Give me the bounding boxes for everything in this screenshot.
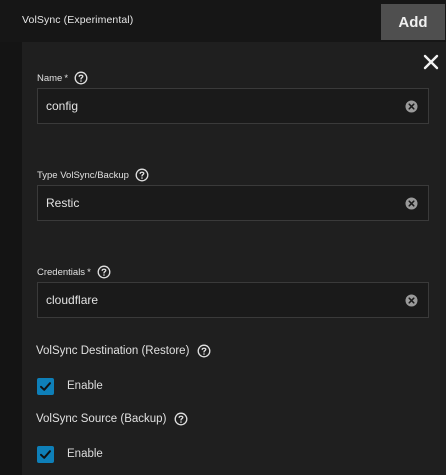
destination-label-text: VolSync Destination (Restore) xyxy=(36,345,190,357)
required-mark: * xyxy=(64,72,69,84)
help-icon[interactable] xyxy=(197,344,211,358)
source-enable-row[interactable]: Enable xyxy=(37,445,103,463)
help-icon[interactable] xyxy=(74,71,88,85)
checkmark-icon xyxy=(40,381,51,391)
close-button[interactable] xyxy=(420,51,442,73)
destination-enable-checkbox[interactable] xyxy=(37,377,54,395)
source-label-text: VolSync Source (Backup) xyxy=(36,413,167,425)
name-label: Name * xyxy=(37,71,88,85)
section-header: VolSync (Experimental) Add xyxy=(0,0,446,42)
required-mark: * xyxy=(87,266,91,278)
credentials-select[interactable]: cloudflare xyxy=(37,282,429,318)
clear-icon[interactable] xyxy=(405,100,418,113)
name-label-text: Name xyxy=(37,72,63,84)
destination-enable-row[interactable]: Enable xyxy=(37,377,103,395)
name-input-value: config xyxy=(46,99,79,113)
help-icon[interactable] xyxy=(174,412,188,426)
type-label: Type VolSync/Backup xyxy=(37,168,149,182)
volsync-panel: VolSync (Experimental) Add Name * config xyxy=(0,0,446,475)
help-icon[interactable] xyxy=(135,168,149,182)
source-enable-checkbox[interactable] xyxy=(37,445,54,463)
clear-icon[interactable] xyxy=(405,294,418,307)
destination-label: VolSync Destination (Restore) xyxy=(36,344,211,358)
source-label: VolSync Source (Backup) xyxy=(36,412,188,426)
checkmark-icon xyxy=(40,449,51,459)
source-enable-label: Enable xyxy=(67,448,103,460)
volsync-entry-card: Name * config Type VolSync/Backup Restic… xyxy=(22,42,446,475)
section-title: VolSync (Experimental) xyxy=(22,14,134,26)
credentials-label-text: Credentials xyxy=(37,266,86,278)
type-select[interactable]: Restic xyxy=(37,185,429,221)
name-input[interactable]: config xyxy=(37,88,429,124)
type-label-text: Type VolSync/Backup xyxy=(37,169,129,181)
type-select-value: Restic xyxy=(46,196,80,210)
destination-enable-label: Enable xyxy=(67,380,103,392)
close-icon xyxy=(423,54,439,70)
help-icon[interactable] xyxy=(97,265,111,279)
credentials-select-value: cloudflare xyxy=(46,293,99,307)
credentials-label: Credentials * xyxy=(37,265,111,279)
clear-icon[interactable] xyxy=(405,197,418,210)
add-button[interactable]: Add xyxy=(381,4,445,40)
